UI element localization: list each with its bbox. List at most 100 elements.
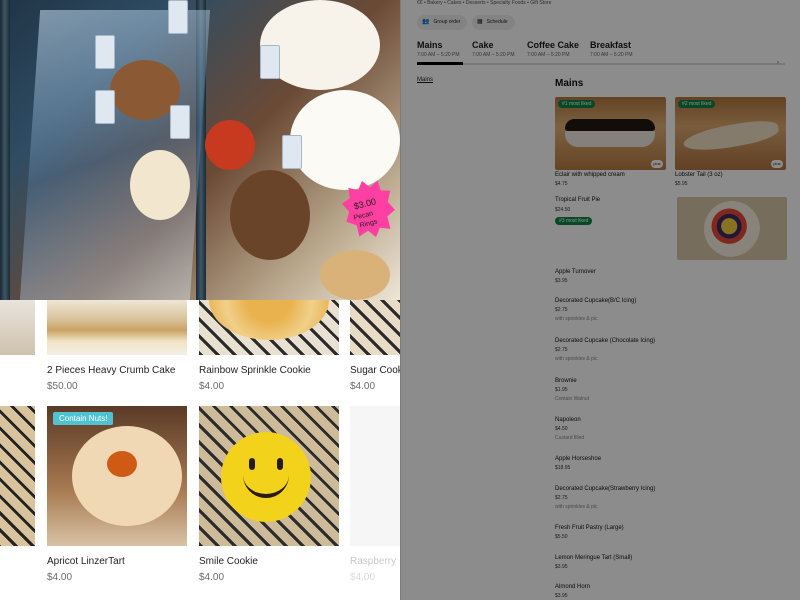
item-name: Napoleon bbox=[555, 417, 581, 423]
product-image bbox=[0, 406, 35, 546]
item-price: $4.75 bbox=[555, 181, 568, 187]
bakery-window-photo: $3.00 Pecan Rings bbox=[0, 0, 400, 300]
product-price: $4.00 bbox=[350, 381, 376, 392]
item-price: $5.50 bbox=[555, 534, 568, 540]
tab-hours: 7:00 AM – 5:20 PM bbox=[590, 52, 633, 58]
side-nav-mains[interactable]: Mains bbox=[417, 77, 433, 83]
tab-breakfast[interactable]: Breakfast 7:00 AM – 5:20 PM bbox=[590, 40, 633, 58]
menu-item[interactable]: Napoleon $4.50 Custard filled bbox=[555, 417, 785, 441]
product-price: $4.00 bbox=[199, 381, 225, 392]
product-image bbox=[350, 406, 400, 546]
tab-name: Coffee Cake bbox=[527, 40, 580, 50]
tab-name: Cake bbox=[472, 40, 494, 50]
product-image bbox=[0, 300, 35, 355]
chocolate-topping bbox=[565, 119, 655, 131]
most-liked-badge: #3 most liked bbox=[555, 217, 593, 225]
tab-coffee-cake[interactable]: Coffee Cake 7:00 AM – 5:20 PM bbox=[527, 40, 579, 58]
product-title: Rainbow Sprinkle Cookie bbox=[199, 365, 311, 376]
group-order-button[interactable]: 👥 Group order bbox=[417, 15, 468, 30]
price-tag bbox=[168, 0, 188, 34]
product-price: $4.00 bbox=[350, 572, 376, 583]
menu-item[interactable]: Decorated Cupcake(B/C Icing) $2.75 with … bbox=[555, 298, 785, 322]
cake-photo bbox=[205, 120, 255, 170]
product-image: Contain Nuts! bbox=[47, 406, 187, 546]
item-name: Fresh Fruit Pastry (Large) bbox=[555, 525, 624, 531]
svg-text:Rings: Rings bbox=[359, 218, 379, 229]
product-title: 2 Pieces Heavy Crumb Cake bbox=[47, 365, 176, 376]
menu-item[interactable]: Decorated Cupcake (Chocolate Icing) $2.7… bbox=[555, 338, 785, 362]
item-price: $24.50 bbox=[555, 207, 571, 213]
product-price: $4.00 bbox=[199, 572, 225, 583]
item-description: with sprinkles & pic bbox=[555, 504, 598, 510]
menu-item[interactable]: Lemon Meringue Tart (Small) $3.95 bbox=[555, 555, 785, 570]
product-image bbox=[47, 300, 187, 355]
section-title: Mains bbox=[555, 78, 584, 89]
product-image bbox=[199, 300, 339, 355]
store-menu-page: €€ • Bakery • Cakes • Desserts • Special… bbox=[400, 0, 800, 600]
most-liked-badge: #2 most liked bbox=[678, 100, 716, 108]
cake-photo bbox=[130, 150, 190, 220]
item-name: Apple Horseshoe bbox=[555, 456, 602, 462]
lobster-tail-photo bbox=[681, 116, 781, 156]
menu-item-tropical-fruit-pie[interactable]: Tropical Fruit Pie $24.50 #3 most liked bbox=[555, 197, 787, 260]
contain-nuts-badge: Contain Nuts! bbox=[53, 412, 114, 425]
item-price: $3.95 bbox=[555, 593, 568, 599]
add-item-button[interactable]: plus bbox=[651, 160, 663, 168]
menu-item[interactable]: Apple Turnover $3.95 bbox=[555, 269, 785, 284]
menu-item[interactable]: Decorated Cupcake(Strawberry Icing) $2.7… bbox=[555, 486, 785, 510]
item-price: $2.75 bbox=[555, 495, 568, 501]
item-price: $4.50 bbox=[555, 426, 568, 432]
tab-mains[interactable]: Mains 7:00 AM – 5:20 PM bbox=[417, 40, 460, 58]
tab-cake[interactable]: Cake 7:00 AM – 5:20 PM bbox=[472, 40, 515, 58]
item-name: Almond Horn bbox=[555, 584, 591, 590]
tropical-pie-image bbox=[677, 197, 787, 260]
item-description: with sprinkles & pic bbox=[555, 356, 598, 362]
eclair-image: #1 most liked plus bbox=[555, 97, 666, 170]
item-name: Lemon Meringue Tart (Small) bbox=[555, 555, 633, 561]
price-tag bbox=[282, 135, 302, 169]
item-name: Decorated Cupcake(B/C Icing) bbox=[555, 298, 637, 304]
cake-photo bbox=[290, 90, 400, 190]
tab-hours: 7:00 AM – 5:20 PM bbox=[472, 52, 515, 58]
group-order-label: Group order bbox=[433, 19, 461, 25]
schedule-button[interactable]: ▦ Schedule bbox=[472, 15, 515, 30]
menu-item[interactable]: Almond Horn $3.95 bbox=[555, 584, 785, 599]
sprinkle-cookie-photo bbox=[209, 300, 329, 340]
menu-item[interactable]: Fresh Fruit Pastry (Large) $5.50 bbox=[555, 525, 785, 540]
item-price: $3.95 bbox=[555, 278, 568, 284]
price-tag bbox=[95, 35, 115, 69]
item-name: Eclair with whipped cream bbox=[555, 172, 625, 178]
smile-mouth bbox=[243, 474, 289, 498]
tab-hours: 7:00 AM – 5:20 PM bbox=[417, 52, 460, 58]
tab-scroll-track bbox=[417, 63, 785, 65]
product-price: $4.00 bbox=[47, 572, 73, 583]
most-liked-badge: #1 most liked bbox=[558, 100, 596, 108]
item-name: Lobster Tail (3 oz) bbox=[675, 172, 723, 178]
chevron-right-icon[interactable]: › bbox=[777, 60, 779, 66]
menu-item[interactable]: Apple Horseshoe $18.95 bbox=[555, 456, 785, 471]
store-categories: €€ • Bakery • Cakes • Desserts • Special… bbox=[417, 0, 552, 6]
tab-name: Mains bbox=[417, 40, 443, 50]
product-title: Smile Cookie bbox=[199, 556, 258, 567]
item-price: $5.95 bbox=[675, 181, 688, 187]
window-frame bbox=[0, 0, 10, 300]
product-image bbox=[350, 300, 400, 355]
item-description: Custard filled bbox=[555, 435, 585, 441]
storefront-gallery: $3.00 Pecan Rings 2 Pieces Heavy Crumb C… bbox=[0, 0, 400, 600]
schedule-label: Schedule bbox=[486, 19, 508, 25]
smile-cookie-photo bbox=[221, 432, 311, 522]
item-name: Tropical Fruit Pie bbox=[555, 197, 601, 203]
window-glass bbox=[19, 10, 211, 300]
product-title: Sugar Cookie bbox=[350, 365, 400, 376]
menu-item[interactable]: Brownie $1.95 Contain Walnut bbox=[555, 378, 785, 402]
item-price: $3.95 bbox=[555, 564, 568, 570]
item-price: $1.95 bbox=[555, 387, 568, 393]
apricot-filling bbox=[107, 451, 137, 477]
cake-photo bbox=[320, 250, 390, 300]
product-title: Raspberry bbox=[350, 556, 397, 567]
item-name: Decorated Cupcake (Chocolate Icing) bbox=[555, 338, 656, 344]
add-item-button[interactable]: plus bbox=[771, 160, 783, 168]
item-description: with sprinkles & pic bbox=[555, 316, 598, 322]
item-price: $2.75 bbox=[555, 347, 568, 353]
tab-name: Breakfast bbox=[590, 40, 632, 50]
